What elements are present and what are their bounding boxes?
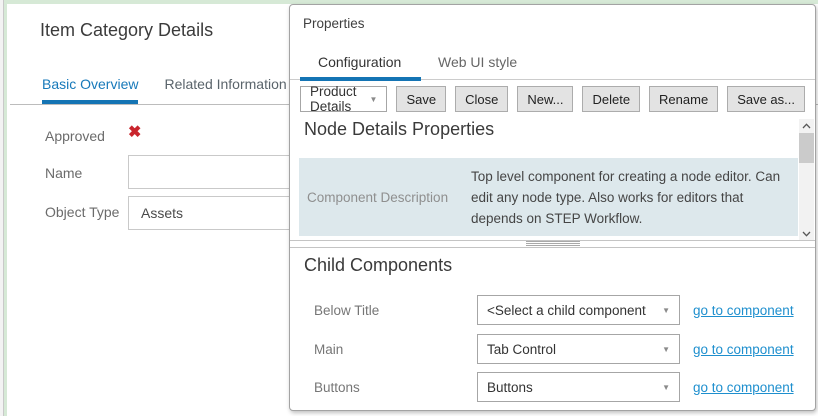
dropdown-arrow-icon: ▼ xyxy=(370,95,378,104)
dropdown-arrow-icon: ▼ xyxy=(662,345,670,354)
main-go-to-component-link[interactable]: go to component xyxy=(693,342,794,357)
child-row-buttons: Buttons Buttons ▼ go to component xyxy=(314,372,805,402)
component-select-value: Product Details xyxy=(310,84,362,114)
close-button[interactable]: Close xyxy=(455,86,508,112)
scrollbar-down-button[interactable] xyxy=(799,227,814,241)
main-select[interactable]: Tab Control ▼ xyxy=(477,334,680,364)
dropdown-arrow-icon: ▼ xyxy=(662,383,670,392)
main-label: Main xyxy=(314,342,477,357)
toolbar-buttons: Save Close New... Delete Rename Save as.… xyxy=(396,86,805,112)
buttons-select-value: Buttons xyxy=(487,380,533,395)
tab-configuration[interactable]: Configuration xyxy=(318,54,401,70)
below-title-select-value: <Select a child component xyxy=(487,303,646,318)
component-description-label: Component Description xyxy=(299,158,471,236)
approved-label: Approved xyxy=(45,128,105,144)
section-splitter[interactable] xyxy=(290,240,815,248)
scrollbar-up-button[interactable] xyxy=(799,119,814,133)
page-title: Item Category Details xyxy=(40,20,213,41)
splitter-handle-icon[interactable] xyxy=(526,241,580,247)
buttons-label: Buttons xyxy=(314,380,477,395)
tab-basic-overview[interactable]: Basic Overview xyxy=(42,76,138,104)
scrollbar-thumb[interactable] xyxy=(799,133,814,163)
rename-button[interactable]: Rename xyxy=(649,86,718,112)
chevron-down-icon xyxy=(802,231,811,237)
below-title-select[interactable]: <Select a child component ▼ xyxy=(477,295,680,325)
properties-panel: Properties Configuration Web UI style Pr… xyxy=(289,4,816,411)
window-edge-green xyxy=(4,0,7,416)
tab-web-ui-style[interactable]: Web UI style xyxy=(438,54,517,70)
save-button[interactable]: Save xyxy=(396,86,446,112)
child-row-below-title: Below Title <Select a child component ▼ … xyxy=(314,295,805,325)
below-title-go-to-component-link[interactable]: go to component xyxy=(693,303,794,318)
save-as-button[interactable]: Save as... xyxy=(727,86,805,112)
buttons-go-to-component-link[interactable]: go to component xyxy=(693,380,794,395)
name-label: Name xyxy=(45,165,82,181)
new-button[interactable]: New... xyxy=(517,86,573,112)
active-tab-underline xyxy=(300,77,421,81)
child-components-heading: Child Components xyxy=(304,255,452,276)
details-section-heading: Node Details Properties xyxy=(304,119,494,140)
dropdown-arrow-icon: ▼ xyxy=(662,306,670,315)
panel-toolbar: Product Details ▼ Save Close New... Dele… xyxy=(300,86,805,112)
main-select-value: Tab Control xyxy=(487,342,556,357)
delete-button[interactable]: Delete xyxy=(582,86,640,112)
page-tabbar: Basic Overview Related Information xyxy=(42,76,287,104)
buttons-select[interactable]: Buttons ▼ xyxy=(477,372,680,402)
red-x-icon: ✖ xyxy=(128,122,141,142)
component-description-row: Component Description Top level componen… xyxy=(299,158,798,236)
below-title-label: Below Title xyxy=(314,303,477,318)
object-type-label: Object Type xyxy=(45,204,119,220)
chevron-up-icon xyxy=(802,123,811,129)
component-description-text: Top level component for creating a node … xyxy=(471,158,793,236)
child-row-main: Main Tab Control ▼ go to component xyxy=(314,334,805,364)
details-scrollbar[interactable] xyxy=(799,119,814,241)
tab-related-information[interactable]: Related Information xyxy=(164,76,286,104)
component-select[interactable]: Product Details ▼ xyxy=(300,86,387,112)
